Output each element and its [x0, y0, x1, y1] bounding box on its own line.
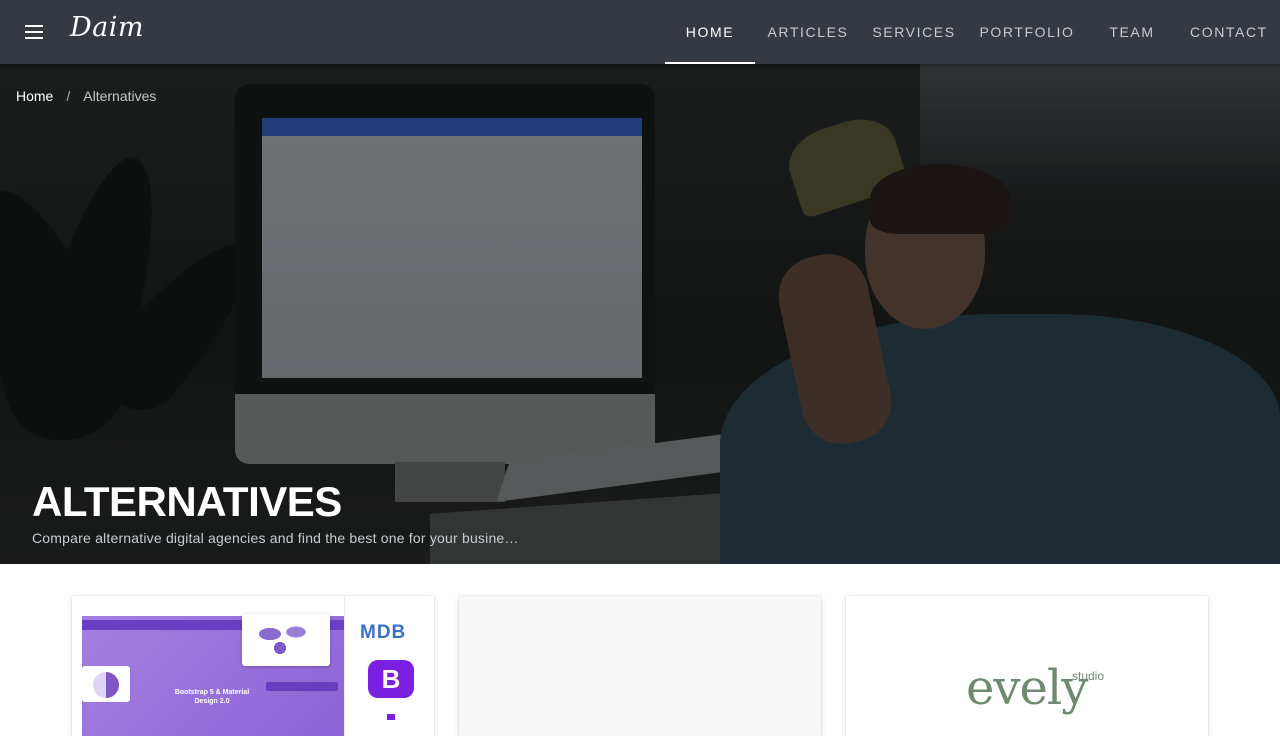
breadcrumb-current: Alternatives: [83, 88, 157, 104]
page-subtitle: Compare alternative digital agencies and…: [32, 530, 519, 546]
bootstrap-logo-icon: B: [368, 660, 414, 698]
breadcrumb-home-link[interactable]: Home: [16, 88, 53, 104]
evely-logo: evely: [966, 660, 1088, 716]
card-thumbnail-button: [266, 682, 338, 691]
page-title: ALTERNATIVES: [32, 478, 342, 525]
main-nav: HOME ARTICLES SERVICES PORTFOLIO TEAM CO…: [665, 0, 1280, 64]
brand-logo[interactable]: Daim: [70, 12, 144, 43]
alternative-card-placeholder[interactable]: [459, 596, 821, 736]
nav-item-contact[interactable]: CONTACT: [1177, 0, 1280, 64]
breadcrumb-separator: /: [66, 88, 71, 104]
bootstrap-logo-letter: B: [381, 663, 401, 694]
hamburger-menu-icon[interactable]: [16, 16, 52, 48]
nav-item-articles[interactable]: ARTICLES: [755, 0, 861, 64]
nav-item-home[interactable]: HOME: [665, 0, 755, 64]
card-thumbnail-caption: Bootstrap 5 & Material Design 2.0: [174, 689, 250, 705]
card-divider: [344, 596, 345, 736]
top-navigation-bar: Daim HOME ARTICLES SERVICES PORTFOLIO TE…: [0, 0, 1280, 64]
world-map-icon: [250, 620, 322, 658]
breadcrumb: Home / Alternatives: [16, 88, 156, 104]
nav-item-team[interactable]: TEAM: [1087, 0, 1177, 64]
hamburger-menu-icon-svg: [25, 25, 43, 39]
nav-item-services[interactable]: SERVICES: [861, 0, 967, 64]
mdb-logo: MDB: [360, 622, 407, 643]
pie-chart-icon: [93, 672, 119, 698]
alternative-card-evely[interactable]: evely studio: [846, 596, 1208, 736]
alternative-card-mdb[interactable]: Bootstrap 5 & Material Design 2.0 MDB B: [72, 596, 434, 736]
evely-logo-sub: studio: [1072, 669, 1105, 683]
hero-banner: Home / Alternatives ALTERNATIVES Compare…: [0, 64, 1280, 564]
nav-item-portfolio[interactable]: PORTFOLIO: [967, 0, 1087, 64]
card-thumbnail-mark: [387, 714, 395, 720]
